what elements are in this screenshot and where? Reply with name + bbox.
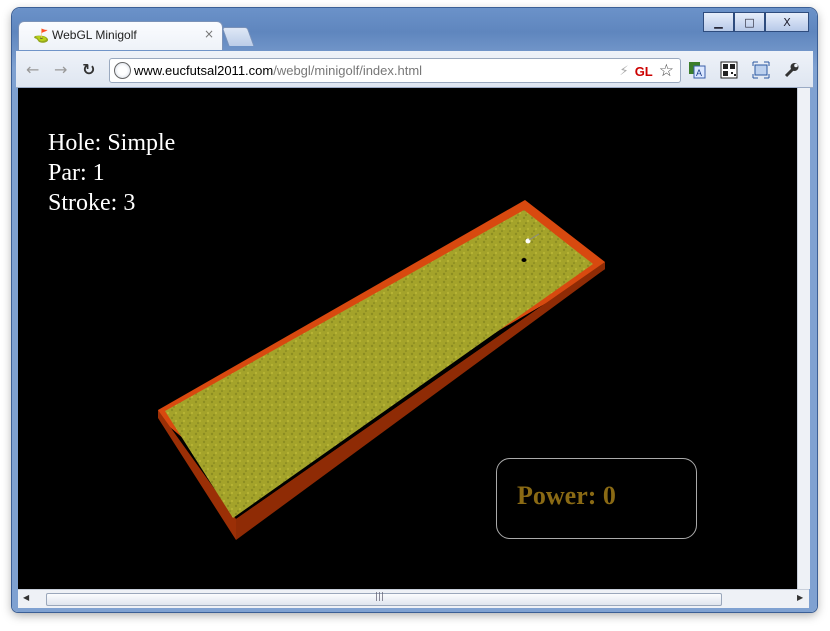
translate-icon[interactable]: A (688, 61, 706, 79)
wrench-icon[interactable] (782, 61, 800, 79)
power-meter: Power: 0 (496, 458, 697, 539)
url-path: /webgl/minigolf/index.html (273, 63, 423, 78)
forward-icon[interactable]: → (54, 60, 67, 79)
bookmark-star-icon[interactable]: ☆ (659, 61, 674, 81)
tab-close-icon[interactable]: × (204, 27, 214, 41)
scroll-thumb[interactable]: ||| (46, 592, 722, 606)
golfer-icon: ⛳ (33, 29, 50, 44)
address-bar[interactable]: www.eucfutsal2011.com/webgl/minigolf/ind… (109, 58, 681, 83)
score-hud: Hole: Simple Par: 1 Stroke: 3 (48, 128, 175, 218)
scroll-grip-icon: ||| (375, 592, 385, 602)
qr-code-icon[interactable] (720, 61, 738, 79)
scroll-left-icon[interactable]: ◀ (23, 593, 29, 602)
tab-title: WebGL Minigolf (52, 28, 137, 42)
gl-badge[interactable]: GL (635, 64, 653, 79)
bolt-icon[interactable]: ⚡ (620, 64, 629, 79)
browser-toolbar: ← → ↻ www.eucfutsal2011.com/webgl/minigo… (16, 51, 813, 88)
vertical-scrollbar[interactable] (797, 88, 810, 589)
back-icon[interactable]: ← (26, 60, 39, 79)
svg-text:A: A (696, 68, 702, 78)
close-window-button[interactable]: X (765, 12, 809, 32)
url-text[interactable]: www.eucfutsal2011.com/webgl/minigolf/ind… (134, 63, 422, 78)
power-text: Power: 0 (517, 481, 616, 510)
globe-icon (114, 62, 131, 79)
scroll-right-icon[interactable]: ▶ (797, 593, 803, 602)
reload-icon[interactable]: ↻ (82, 60, 95, 79)
horizontal-scrollbar[interactable]: ◀ ||| ▶ (18, 589, 809, 608)
stroke-count: Stroke: 3 (48, 190, 136, 216)
minimize-button[interactable]: ▁ (703, 12, 734, 32)
hole-name: Hole: Simple (48, 130, 176, 156)
maximize-button[interactable]: □ (734, 12, 765, 32)
par-value: Par: 1 (48, 160, 105, 186)
address-bar-icons: ⚡ GL ☆ (620, 61, 674, 81)
webgl-canvas[interactable]: Hole: Simple Par: 1 Stroke: 3 Power: 0 (18, 88, 797, 589)
window-controls: ▁ □ X (703, 12, 809, 32)
browser-tab[interactable]: ⛳ WebGL Minigolf × (18, 21, 223, 50)
url-host: www.eucfutsal2011.com (134, 63, 274, 78)
golf-hole (521, 258, 527, 262)
fullscreen-icon[interactable] (752, 61, 770, 79)
